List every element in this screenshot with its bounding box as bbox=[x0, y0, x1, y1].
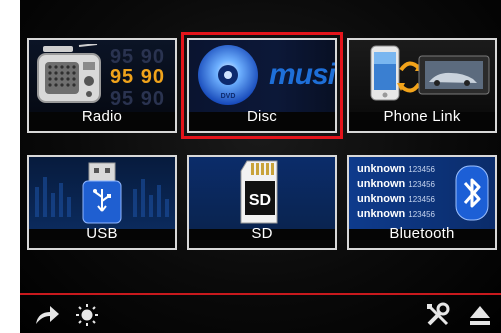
usb-label: USB bbox=[86, 225, 118, 242]
phone-link-tile[interactable]: Phone Link bbox=[347, 38, 497, 133]
sd-card-icon: SD bbox=[240, 160, 278, 224]
phone-link-icon bbox=[370, 45, 490, 101]
music-text: music bbox=[269, 58, 335, 91]
usb-tile[interactable]: USB bbox=[27, 155, 177, 250]
eject-button[interactable] bbox=[469, 304, 491, 331]
contact-row: unknown 123456 bbox=[357, 178, 435, 190]
eject-icon bbox=[470, 306, 490, 325]
contact-row: unknown 123456 bbox=[357, 208, 435, 220]
bluetooth-art: unknown 123456 unknown 123456 unknown 12345… bbox=[349, 157, 495, 229]
disc-art: DVD music bbox=[189, 40, 335, 112]
tools-icon bbox=[427, 302, 450, 326]
bluetooth-label: Bluetooth bbox=[389, 225, 455, 242]
brightness-button[interactable] bbox=[75, 303, 99, 332]
frequency-text-active: 95 90 bbox=[109, 66, 165, 88]
bluetooth-tile[interactable]: unknown 123456 unknown 123456 unknown 12345… bbox=[347, 155, 497, 250]
disc-label: Disc bbox=[247, 108, 277, 125]
phone-link-label: Phone Link bbox=[383, 108, 461, 125]
usb-art bbox=[29, 157, 175, 229]
sd-label: SD bbox=[251, 225, 273, 242]
disc-icon: DVD bbox=[198, 45, 258, 105]
svg-text:DVD: DVD bbox=[221, 93, 236, 100]
sd-art: SD bbox=[189, 157, 335, 229]
radio-label: Radio bbox=[81, 108, 123, 125]
radio-icon bbox=[37, 44, 101, 103]
radio-tile[interactable]: 95 90 95 90 95 90 Radio bbox=[27, 38, 177, 133]
forward-button[interactable] bbox=[34, 304, 60, 331]
sd-tile[interactable]: SD SD bbox=[187, 155, 337, 250]
settings-button[interactable] bbox=[425, 302, 451, 333]
sun-icon bbox=[76, 304, 98, 326]
bluetooth-icon bbox=[455, 165, 489, 221]
infotainment-screen: 95 90 95 90 95 90 Radio DVD musi Disc Ph… bbox=[20, 0, 501, 333]
disc-tile[interactable]: DVD music Disc bbox=[181, 32, 343, 139]
usb-icon bbox=[35, 162, 169, 224]
contact-row: unknown 123456 bbox=[357, 163, 435, 175]
phone-link-art bbox=[349, 40, 495, 112]
accent-divider bbox=[20, 293, 501, 295]
svg-text:SD: SD bbox=[249, 192, 271, 209]
contact-row: unknown 123456 bbox=[357, 193, 435, 205]
radio-art: 95 90 95 90 95 90 bbox=[29, 40, 175, 112]
arrow-right-icon bbox=[36, 306, 59, 324]
